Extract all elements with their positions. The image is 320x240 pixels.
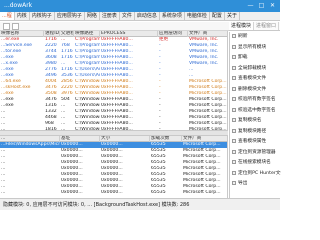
main-tab-4[interactable]: 网络: [85, 12, 100, 20]
menu-item-label: 在线搜索模块名: [238, 160, 271, 165]
menu-item-icon: [232, 170, 236, 175]
menu-item-label: 校验所有数字签名: [238, 97, 276, 102]
module-cell: 0x0000...: [61, 190, 83, 195]
menu-item-label: 全局卸载模块: [238, 65, 267, 71]
status-bar: 隐藏模块: 0, 应用层不可访问模块: 0, ... [BackgroundTa…: [0, 198, 280, 210]
main-tab-0[interactable]: ...程: [0, 12, 15, 20]
module-cell: Microsoft Corp...: [183, 190, 221, 195]
context-menu-item[interactable]: 显示所有模块: [230, 43, 281, 52]
menu-item-icon: [232, 86, 236, 91]
context-menu: 刷新显示所有模块 卸载全局卸载模块 查看模块文件 删除模块文件校验所有数字签名 校验选中…: [229, 32, 281, 198]
main-tab-3[interactable]: 应用层钩子: [55, 12, 85, 20]
maximize-button[interactable]: □: [256, 1, 267, 11]
menu-item-icon: [232, 160, 236, 164]
tab-process-windows[interactable]: 进程窗口: [254, 22, 280, 30]
context-menu-item[interactable]: 复制模块名: [230, 116, 281, 125]
menu-item-icon: [232, 34, 236, 38]
main-tab-5[interactable]: 注册表: [100, 12, 120, 20]
main-tab-9[interactable]: 电脑体检: [185, 12, 210, 20]
main-tab-2[interactable]: 内核钩子: [30, 12, 55, 20]
title-bar: ...dowArk — □ ✕: [0, 0, 280, 12]
status-text: 隐藏模块: 0, 应用层不可访问模块: 0, ... [BackgroundTa…: [3, 202, 190, 208]
context-menu-item[interactable]: 定位到资源管理器: [230, 148, 281, 157]
menu-item-icon: [232, 44, 236, 49]
menu-item-icon: [232, 65, 236, 70]
close-button[interactable]: ✕: [267, 1, 278, 11]
module-cell: ...: [1, 190, 6, 195]
menu-item-label: 复制模块路径: [238, 128, 267, 134]
context-menu-item[interactable]: 查看模块属性: [230, 137, 281, 146]
module-table: ... 基址 大小 加载次数 文件厂商 ...Files\WindowsApps\Micr…: [0, 136, 228, 198]
main-tab-8[interactable]: 系统杂项: [160, 12, 185, 20]
context-menu-item[interactable]: 删除模块文件: [230, 85, 281, 94]
module-row[interactable]: ... 0x0000... 0x0000... 65535 Microsoft Corp…: [0, 190, 227, 196]
menu-item-label: 导出: [238, 181, 248, 186]
menu-item-icon: [232, 76, 236, 80]
menu-item-icon: [232, 55, 236, 59]
menu-item-label: 定位到资源管理器: [238, 149, 276, 155]
side-tab-bar: 进程模块 进程窗口: [229, 22, 280, 31]
tab-process-modules[interactable]: 进程模块: [229, 22, 255, 30]
context-menu-item[interactable]: 查看模块文件: [230, 74, 281, 83]
context-menu-item[interactable]: 全局卸载模块: [230, 64, 281, 73]
refresh-icon[interactable]: [3, 23, 10, 30]
menu-item-label: 校验选中数字签名: [238, 107, 276, 113]
menu-item-label: 查看模块属性: [238, 139, 267, 144]
context-menu-item[interactable]: 校验所有数字签名: [230, 95, 281, 104]
main-tab-bar: ...程 内核 内核钩子 应用层钩子 网络 注册表 文件 启动信息 系统杂项 电脑体检 配置 关于: [0, 12, 280, 21]
menu-item-label: 刷新: [238, 34, 248, 39]
main-tab-11[interactable]: 关于: [225, 12, 240, 20]
context-menu-item[interactable]: 复制模块路径: [230, 127, 281, 136]
menu-item-icon: [232, 181, 236, 185]
menu-item-icon: [232, 107, 236, 112]
context-menu-item[interactable]: 校验选中数字签名: [230, 106, 281, 115]
menu-item-icon: [232, 139, 236, 143]
context-menu-item[interactable]: 在线搜索模块名: [230, 158, 281, 167]
menu-item-label: 卸载: [238, 55, 248, 60]
minimize-button[interactable]: —: [245, 1, 256, 11]
menu-item-label: 显示所有模块: [238, 44, 267, 50]
context-menu-item[interactable]: 卸载: [230, 53, 281, 62]
settings-icon[interactable]: [12, 23, 19, 30]
menu-item-icon: [232, 118, 236, 122]
window-controls: — □ ✕: [245, 1, 278, 11]
module-cell: 65535: [151, 190, 166, 195]
main-tab-1[interactable]: 内核: [15, 12, 30, 20]
context-menu-item[interactable]: 导出: [230, 179, 281, 188]
menu-item-label: 复制模块名: [238, 118, 262, 123]
app-title: ...dowArk: [4, 2, 33, 9]
menu-item-label: 定位到PC Hunter文件管理器: [238, 170, 281, 176]
context-menu-item[interactable]: 刷新: [230, 32, 281, 41]
menu-item-label: 删除模块文件: [238, 86, 267, 92]
menu-item-icon: [232, 128, 236, 133]
context-menu-item[interactable]: 定位到PC Hunter文件管理器: [230, 169, 281, 178]
module-cell: 0x0000...: [101, 190, 123, 195]
menu-item-icon: [232, 97, 236, 101]
main-tab-10[interactable]: 配置: [210, 12, 225, 20]
menu-item-label: 查看模块文件: [238, 76, 267, 81]
process-table: 映像名称进程ID父进程ID映像路径EPROCESS应用层访问文件厂商...er.…: [0, 31, 228, 130]
main-tab-7[interactable]: 启动信息: [135, 12, 160, 20]
main-tab-6[interactable]: 文件: [120, 12, 135, 20]
menu-item-icon: [232, 149, 236, 154]
